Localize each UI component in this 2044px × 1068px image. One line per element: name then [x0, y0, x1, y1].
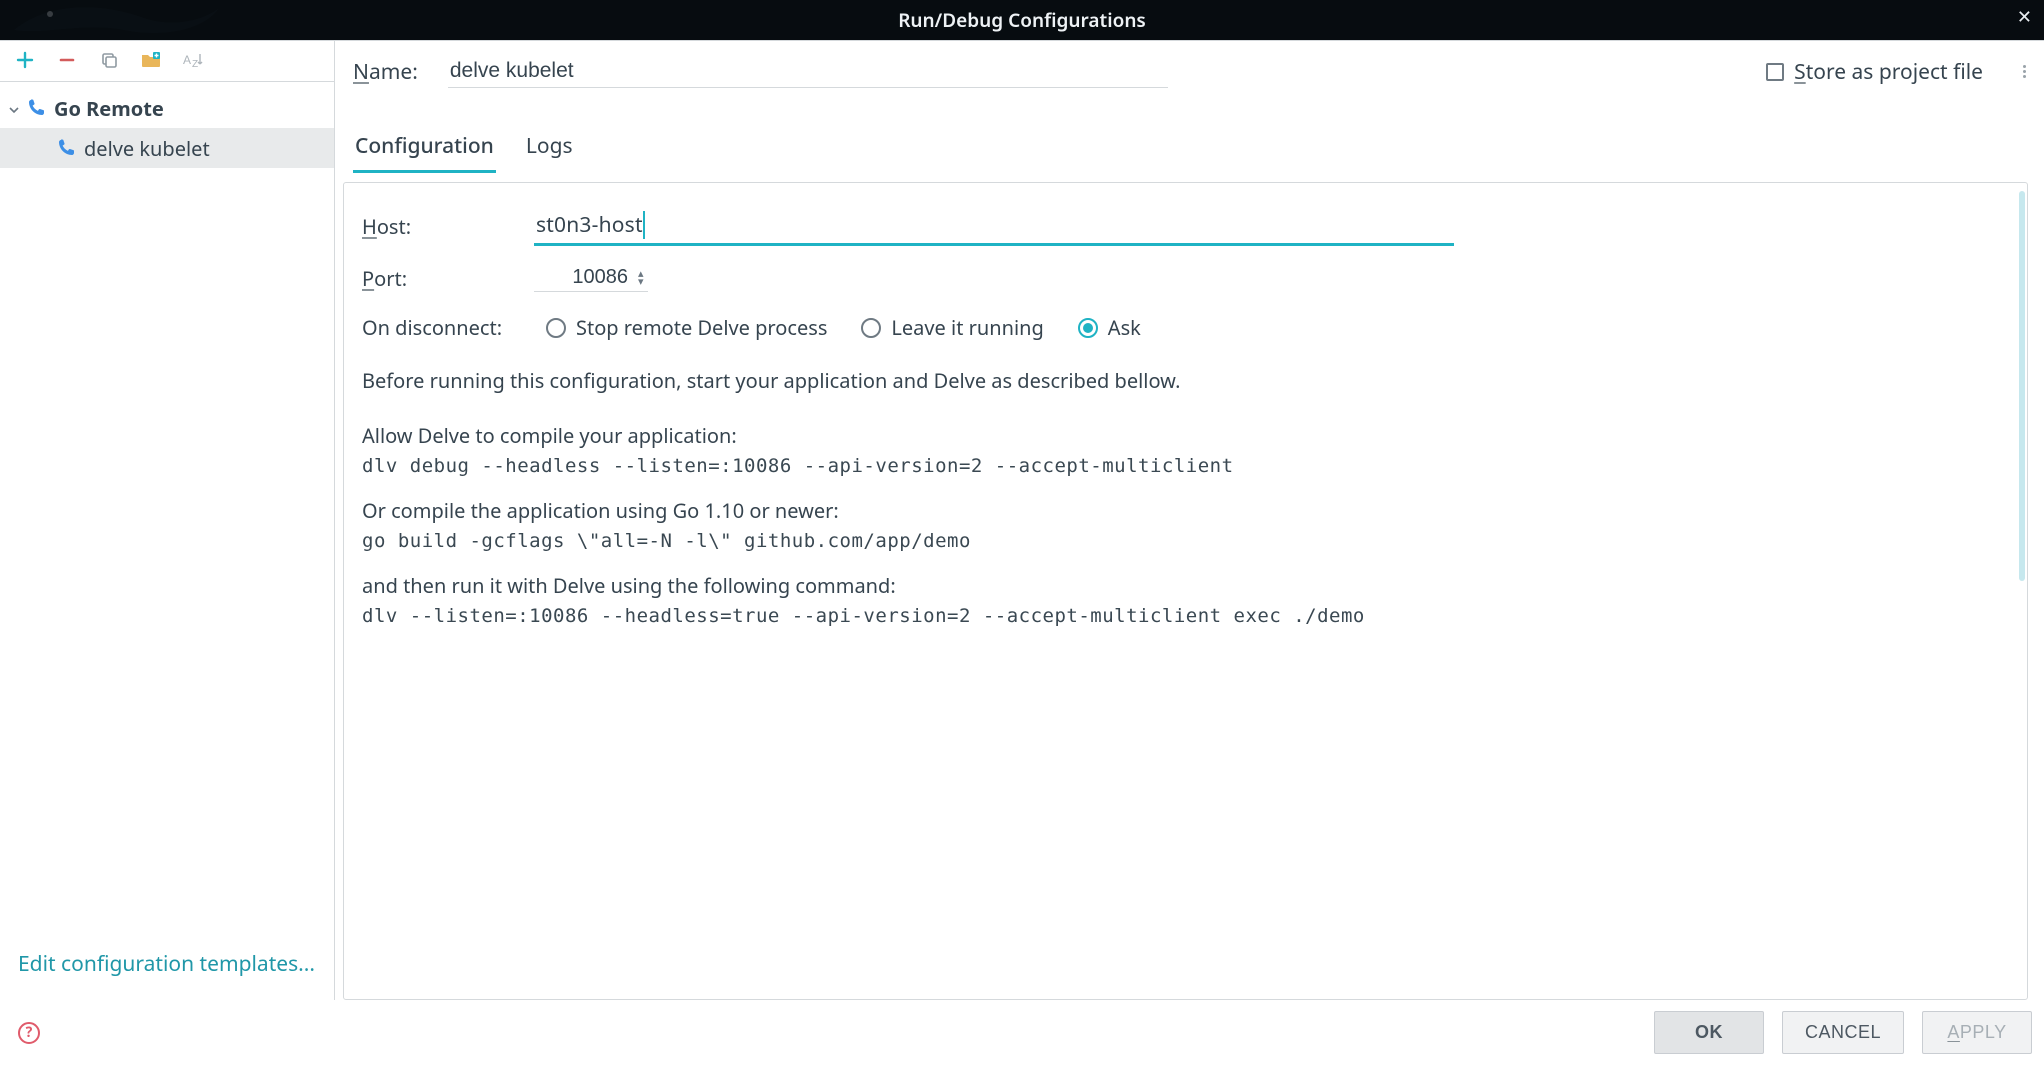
name-field[interactable] [448, 55, 1168, 88]
tabs: Configuration Logs [335, 88, 2036, 174]
add-icon[interactable] [14, 49, 36, 71]
chevron-down-icon[interactable] [8, 95, 24, 122]
tree-node-label: Go Remote [54, 95, 164, 122]
radio-stop-remote[interactable]: Stop remote Delve process [546, 314, 827, 341]
radio-ask[interactable]: Ask [1078, 314, 1141, 341]
remove-icon[interactable] [56, 49, 78, 71]
checkbox-icon[interactable] [1766, 63, 1784, 81]
titlebar: Run/Debug Configurations ✕ [0, 0, 2044, 40]
code-dlv-exec: dlv --listen=:10086 --headless=true --ap… [362, 605, 2001, 627]
chevron-down-icon[interactable]: ▾ [638, 278, 644, 286]
radio-leave-running[interactable]: Leave it running [861, 314, 1043, 341]
help-icon[interactable]: ? [18, 1022, 40, 1044]
on-disconnect-label: On disconnect: [362, 314, 512, 341]
help-intro: Before running this configuration, start… [362, 367, 2001, 394]
dialog-body: AZ Go Remote [0, 40, 2044, 1000]
name-row: Name: Store as project file [335, 41, 2036, 88]
help-compile: Allow Delve to compile your application: [362, 422, 2001, 449]
help-text: Before running this configuration, start… [354, 355, 2009, 639]
store-as-project-checkbox[interactable]: Store as project file [1766, 58, 1983, 86]
svg-text:Z: Z [192, 59, 198, 69]
dialog-title: Run/Debug Configurations [898, 7, 1146, 33]
radio-icon [1078, 318, 1098, 338]
new-folder-icon[interactable] [140, 49, 162, 71]
tab-logs[interactable]: Logs [524, 132, 575, 173]
scrollbar[interactable] [2019, 191, 2025, 581]
apply-button[interactable]: APPLY [1922, 1011, 2032, 1054]
radio-icon [861, 318, 881, 338]
host-row: Host: st0n3-host [354, 201, 2009, 258]
kali-dragon-icon [4, 0, 224, 40]
close-icon[interactable]: ✕ [2017, 8, 2032, 26]
more-icon[interactable] [2023, 65, 2026, 78]
tree-node-delve-kubelet[interactable]: delve kubelet [0, 128, 334, 168]
configuration-panel: Host: st0n3-host Port: ▴ ▾ [343, 182, 2028, 1000]
code-go-build: go build -gcflags \"all=-N -l\" github.c… [362, 530, 2001, 552]
tree-node-label: delve kubelet [84, 135, 210, 162]
tab-configuration[interactable]: Configuration [353, 132, 496, 173]
dialog-footer: ? OK CANCEL APPLY [0, 1000, 2044, 1068]
port-label: Port: [362, 265, 512, 292]
port-field-wrap: ▴ ▾ [534, 264, 648, 292]
port-row: Port: ▴ ▾ [354, 258, 2009, 304]
code-dlv-debug: dlv debug --headless --listen=:10086 --a… [362, 455, 2001, 477]
svg-text:A: A [183, 53, 191, 67]
go-remote-icon [56, 138, 76, 158]
name-label: Name: [353, 58, 418, 86]
copy-icon[interactable] [98, 49, 120, 71]
host-label: Host: [362, 213, 512, 240]
ok-button[interactable]: OK [1654, 1011, 1764, 1054]
on-disconnect-row: On disconnect: Stop remote Delve process… [354, 304, 2009, 355]
cancel-button[interactable]: CANCEL [1782, 1011, 1904, 1054]
sidebar-toolbar: AZ [0, 41, 334, 82]
go-remote-icon [26, 98, 46, 118]
port-stepper[interactable]: ▴ ▾ [638, 270, 644, 286]
sidebar: AZ Go Remote [0, 41, 335, 1000]
host-field[interactable]: st0n3-host [534, 207, 1454, 246]
edit-templates-link[interactable]: Edit configuration templates... [0, 934, 334, 1000]
titlebar-logo [0, 0, 224, 40]
content-pane: Name: Store as project file Configuratio… [335, 41, 2044, 1000]
sort-icon[interactable]: AZ [182, 49, 204, 71]
dialog-window: Run/Debug Configurations ✕ AZ [0, 0, 2044, 1068]
help-then: and then run it with Delve using the fol… [362, 572, 2001, 599]
tree-node-go-remote[interactable]: Go Remote [0, 88, 334, 128]
help-or: Or compile the application using Go 1.10… [362, 497, 2001, 524]
radio-icon [546, 318, 566, 338]
port-field[interactable] [538, 266, 628, 289]
config-tree: Go Remote delve kubelet [0, 82, 334, 934]
